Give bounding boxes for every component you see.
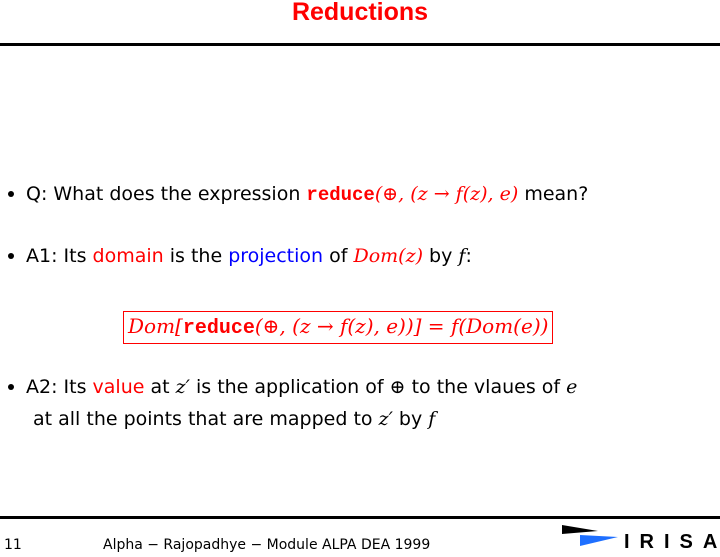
a2-line2-text: by bbox=[392, 408, 429, 430]
reduce-args: (⊕, (z → f(z), e) bbox=[374, 183, 519, 205]
page-number: 11 bbox=[4, 537, 22, 553]
a1-prefix: A1: Its bbox=[26, 245, 93, 267]
reduce-keyword: reduce bbox=[306, 184, 375, 206]
a2-text: is the application of bbox=[189, 376, 390, 398]
bullet-dot-icon bbox=[8, 252, 14, 259]
a2-prefix: A2: Its bbox=[26, 376, 93, 398]
question-prefix: Q: What does the expression bbox=[26, 183, 307, 205]
dom-z-math: Dom(z) bbox=[353, 245, 424, 267]
bullet-question: Q: What does the expression reduce(⊕, (z… bbox=[8, 182, 588, 207]
a2-text: to the vlaues of bbox=[405, 376, 567, 398]
eq-dom: Dom[ bbox=[128, 314, 183, 338]
bullet-answer-1: A1: Its domain is the projection of Dom(… bbox=[8, 244, 472, 268]
header-rule bbox=[0, 43, 720, 46]
eq-rhs: f(Dom(e)) bbox=[450, 314, 549, 338]
bullet-dot-icon bbox=[8, 190, 14, 197]
zprime-math: z′ bbox=[378, 408, 393, 430]
eq-args: (⊕, (z → f(z), e))] bbox=[254, 314, 422, 338]
e-math: e bbox=[566, 376, 578, 398]
bullet-dot-icon bbox=[8, 383, 14, 390]
projection-term: projection bbox=[228, 245, 324, 267]
bullet-answer-2: A2: Its value at z′ is the application o… bbox=[8, 375, 577, 399]
zprime-math: z′ bbox=[175, 376, 190, 398]
footer-text: Alpha − Rajopadhye − Module ALPA DEA 199… bbox=[103, 537, 431, 553]
oplus-symbol: ⊕ bbox=[389, 376, 406, 398]
domain-term: domain bbox=[92, 245, 164, 267]
a1-text: is the bbox=[163, 245, 229, 267]
irisa-logo: IRISA bbox=[562, 525, 720, 553]
bullet-answer-2-line-2: at all the points that are mapped to z′ … bbox=[33, 407, 435, 431]
a1-text: by bbox=[423, 245, 459, 267]
f-math: f bbox=[428, 408, 436, 430]
a1-text: : bbox=[465, 245, 472, 267]
value-term: value bbox=[92, 376, 145, 398]
a2-text: at bbox=[144, 376, 176, 398]
a2-line2-text: at all the points that are mapped to bbox=[33, 408, 379, 430]
logo-blue-flag-icon bbox=[580, 535, 618, 546]
boxed-equation: Dom[reduce(⊕, (z → f(z), e))] = f(Dom(e)… bbox=[123, 311, 554, 344]
eq-reduce-keyword: reduce bbox=[182, 317, 255, 340]
a1-text: of bbox=[323, 245, 354, 267]
eq-equals: = bbox=[421, 314, 451, 338]
logo-text: IRISA bbox=[624, 531, 720, 553]
footer-rule bbox=[0, 516, 720, 519]
logo-black-flag-icon bbox=[562, 525, 598, 534]
slide-title: Reductions bbox=[291, 0, 429, 26]
question-suffix: mean? bbox=[518, 183, 589, 205]
